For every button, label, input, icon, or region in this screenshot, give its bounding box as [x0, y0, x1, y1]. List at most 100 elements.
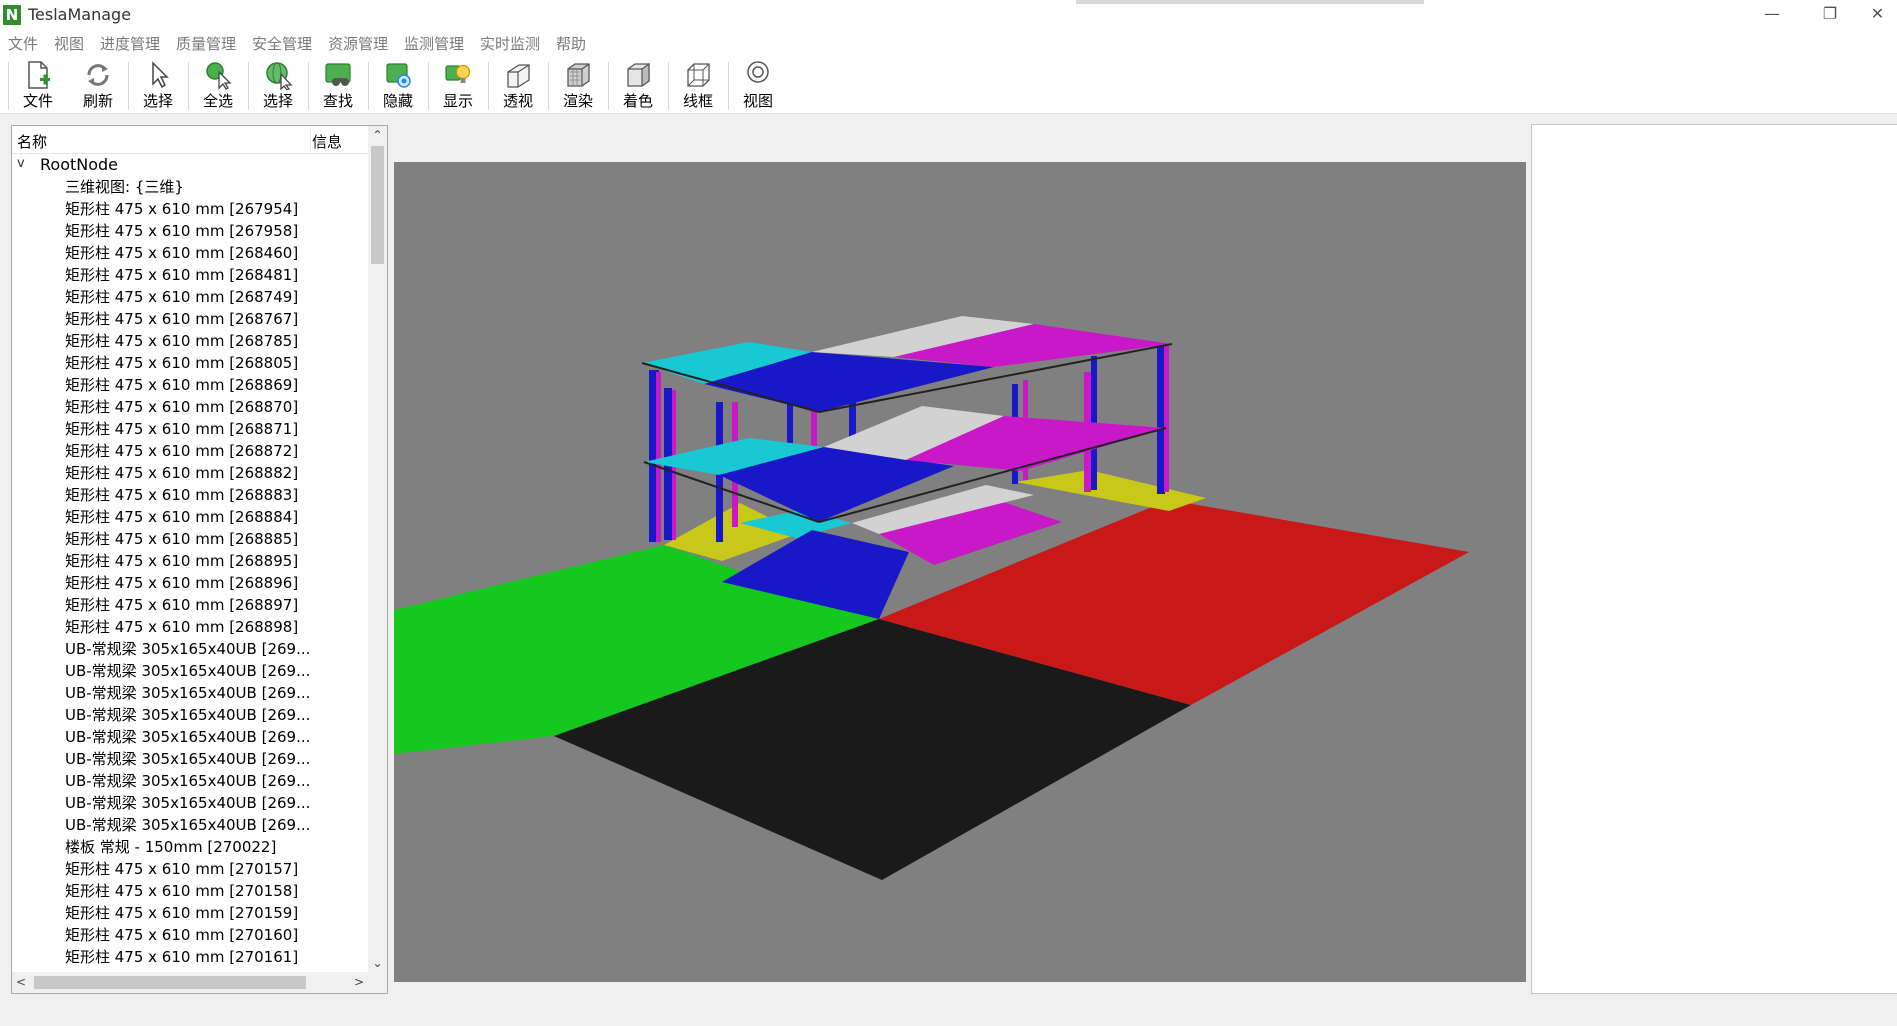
toolbar-view-button[interactable]: 视图: [730, 58, 786, 112]
tree-item[interactable]: UB-常规梁 305x165x40UB [269...: [65, 814, 310, 836]
tree-item[interactable]: 矩形柱 475 x 610 mm [268870]: [65, 396, 310, 418]
toolbar-find-button[interactable]: 查找: [310, 58, 366, 112]
tree-item[interactable]: 矩形柱 475 x 610 mm [268481]: [65, 264, 310, 286]
tree-item[interactable]: UB-常规梁 305x165x40UB [269...: [65, 704, 310, 726]
tree-item[interactable]: 矩形柱 475 x 610 mm [268897]: [65, 594, 310, 616]
scroll-left-arrow-icon[interactable]: <: [12, 972, 30, 993]
toolbar-label: 刷新: [82, 92, 113, 110]
tree-item[interactable]: 矩形柱 475 x 610 mm [270157]: [65, 858, 310, 880]
toolbar-perspective-button[interactable]: 透视: [490, 58, 546, 112]
tree-item[interactable]: UB-常规梁 305x165x40UB [269...: [65, 748, 310, 770]
toolbar-show-button[interactable]: 显示: [430, 58, 486, 112]
horizontal-scrollbar[interactable]: < >: [12, 972, 368, 993]
toolbar-select-region-button[interactable]: 选择: [250, 58, 306, 112]
tree-item[interactable]: UB-常规梁 305x165x40UB [269...: [65, 770, 310, 792]
scroll-down-arrow-icon[interactable]: ⌄: [368, 954, 387, 972]
tree-item[interactable]: 矩形柱 475 x 610 mm [268885]: [65, 528, 310, 550]
toolbar-separator: [608, 62, 609, 110]
app-logo-icon: N: [3, 5, 21, 25]
toolbar-hide-button[interactable]: 隐藏: [370, 58, 426, 112]
menu-realtime[interactable]: 实时监测: [480, 33, 540, 54]
toolbar-select-button[interactable]: 选择: [130, 58, 186, 112]
window-title: TeslaManage: [28, 5, 132, 24]
select-globe-icon: [266, 62, 293, 90]
render-icon: [567, 63, 590, 87]
tree-item[interactable]: 三维视图: {三维}: [65, 176, 310, 198]
column[interactable]: [1157, 346, 1165, 494]
tree-item[interactable]: 矩形柱 475 x 610 mm [268895]: [65, 550, 310, 572]
toolbar-select-all-button[interactable]: 全选: [190, 58, 246, 112]
menu-schedule[interactable]: 进度管理: [100, 33, 160, 54]
tree-item[interactable]: 矩形柱 475 x 610 mm [270161]: [65, 946, 310, 968]
menu-resources[interactable]: 资源管理: [328, 33, 388, 54]
tree-item[interactable]: 楼板 常规 - 150mm [270022]: [65, 836, 310, 858]
tree-item[interactable]: 矩形柱 475 x 610 mm [268872]: [65, 440, 310, 462]
show-bulb-icon: [445, 64, 471, 83]
tree-item[interactable]: UB-常规梁 305x165x40UB [269...: [65, 726, 310, 748]
menu-monitoring[interactable]: 监测管理: [404, 33, 464, 54]
tree-item[interactable]: 矩形柱 475 x 610 mm [268884]: [65, 506, 310, 528]
menu-quality[interactable]: 质量管理: [176, 33, 236, 54]
model-tree-panel: 名称 信息 v RootNode 三维视图: {三维} 矩形柱 475 x 610…: [11, 125, 388, 994]
3d-model-canvas[interactable]: [394, 162, 1526, 982]
toolbar-separator: [548, 62, 549, 110]
tree-item[interactable]: 矩形柱 475 x 610 mm [268883]: [65, 484, 310, 506]
toolbar-render-button[interactable]: 渲染: [550, 58, 606, 112]
toolbar-label: 渲染: [562, 92, 593, 110]
tree-item[interactable]: 矩形柱 475 x 610 mm [270160]: [65, 924, 310, 946]
wireframe-icon: [687, 63, 710, 87]
tree-item[interactable]: UB-常规梁 305x165x40UB [269...: [65, 660, 310, 682]
menu-safety[interactable]: 安全管理: [252, 33, 312, 54]
tree-item[interactable]: 矩形柱 475 x 610 mm [267954]: [65, 198, 310, 220]
column[interactable]: [656, 372, 661, 542]
toolbar-separator: [248, 62, 249, 110]
close-button[interactable]: ✕: [1858, 0, 1897, 30]
toolbar-separator: [188, 62, 189, 110]
cursor-icon: [152, 61, 169, 89]
tree-item[interactable]: 矩形柱 475 x 610 mm [270158]: [65, 880, 310, 902]
column-divider[interactable]: [310, 128, 311, 152]
tree-item[interactable]: 矩形柱 475 x 610 mm [268785]: [65, 330, 310, 352]
tree-item[interactable]: 矩形柱 475 x 610 mm [267958]: [65, 220, 310, 242]
tree-item[interactable]: 矩形柱 475 x 610 mm [270159]: [65, 902, 310, 924]
scroll-right-arrow-icon[interactable]: >: [350, 972, 368, 993]
tree-root-node[interactable]: v RootNode: [12, 154, 368, 176]
toolbar-refresh-button[interactable]: 刷新: [70, 58, 126, 112]
tree-item[interactable]: UB-常规梁 305x165x40UB [269...: [65, 792, 310, 814]
tree-root-label: RootNode: [40, 155, 119, 174]
tree-item[interactable]: 矩形柱 475 x 610 mm [268898]: [65, 616, 310, 638]
restore-button[interactable]: ❐: [1800, 0, 1860, 30]
toolbar-wireframe-button[interactable]: 线框: [670, 58, 726, 112]
toolbar-new-file-button[interactable]: 文件: [10, 58, 66, 112]
expand-chevron-icon[interactable]: v: [17, 156, 25, 171]
menu-help[interactable]: 帮助: [556, 33, 586, 54]
menu-bar: 文件 视图 进度管理 质量管理 安全管理 资源管理 监测管理 实时监测 帮助: [0, 30, 1897, 56]
tree-item[interactable]: UB-常规梁 305x165x40UB [269...: [65, 638, 310, 660]
new-file-icon: [28, 61, 50, 89]
scroll-up-arrow-icon[interactable]: ⌃: [368, 126, 387, 144]
column[interactable]: [1164, 346, 1169, 492]
floating-window-edge: [1076, 0, 1424, 4]
menu-view[interactable]: 视图: [54, 33, 84, 54]
vertical-scroll-thumb[interactable]: [371, 146, 384, 264]
tree-item[interactable]: 矩形柱 475 x 610 mm [268882]: [65, 462, 310, 484]
column-header-name[interactable]: 名称: [17, 131, 47, 152]
vertical-scrollbar[interactable]: ⌃ ⌄: [368, 126, 387, 972]
tree-item[interactable]: 矩形柱 475 x 610 mm [268805]: [65, 352, 310, 374]
tree-item[interactable]: 矩形柱 475 x 610 mm [268767]: [65, 308, 310, 330]
menu-file[interactable]: 文件: [8, 33, 38, 54]
toolbar-label: 着色: [622, 92, 653, 110]
toolbar-separator: [668, 62, 669, 110]
tree-item[interactable]: 矩形柱 475 x 610 mm [268460]: [65, 242, 310, 264]
horizontal-scroll-thumb[interactable]: [34, 976, 306, 989]
tree-item[interactable]: 矩形柱 475 x 610 mm [268749]: [65, 286, 310, 308]
3d-viewport[interactable]: [394, 162, 1526, 982]
tree-item[interactable]: 矩形柱 475 x 610 mm [268896]: [65, 572, 310, 594]
toolbar-shade-button[interactable]: 着色: [610, 58, 666, 112]
tree-item[interactable]: UB-常规梁 305x165x40UB [269...: [65, 682, 310, 704]
toolbar-label: 透视: [502, 92, 533, 110]
tree-item[interactable]: 矩形柱 475 x 610 mm [268871]: [65, 418, 310, 440]
column-header-info[interactable]: 信息: [312, 131, 342, 152]
tree-item[interactable]: 矩形柱 475 x 610 mm [268869]: [65, 374, 310, 396]
minimize-button[interactable]: —: [1742, 0, 1802, 30]
